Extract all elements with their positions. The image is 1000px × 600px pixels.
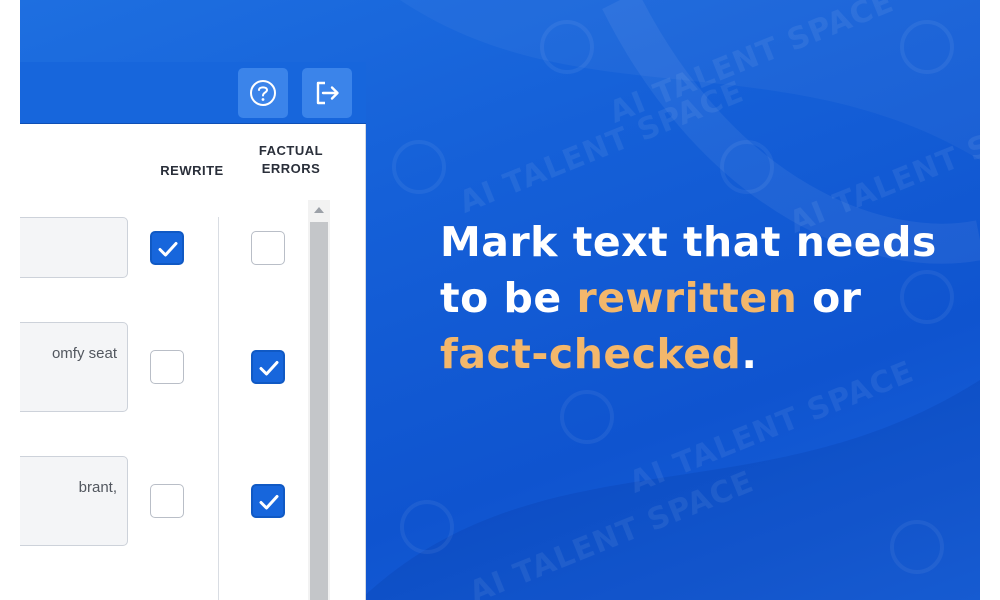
watermark-logo-icon [400, 500, 454, 554]
column-header-factual-errors: FACTUAL ERRORS [248, 142, 334, 178]
column-header-factual-line2: ERRORS [261, 161, 321, 176]
watermark-logo-icon [392, 140, 446, 194]
headline-text-part3: . [741, 330, 758, 378]
logout-button[interactable] [302, 68, 352, 118]
text-cell-row-3[interactable]: brant, [20, 456, 128, 546]
watermark-logo-icon [540, 20, 594, 74]
question-circle-icon [250, 80, 276, 106]
headline-text-part2: or [797, 274, 862, 322]
watermark-text: AI TALENT SPACE [464, 464, 759, 600]
scroll-up-arrow-icon[interactable] [308, 200, 330, 220]
panel-header [20, 62, 366, 124]
factual-checkbox-row-2[interactable] [251, 350, 285, 384]
checkmark-icon [158, 242, 178, 257]
watermark-logo-icon [890, 520, 944, 574]
watermark-logo-icon [900, 20, 954, 74]
logout-arrow-icon [316, 81, 339, 105]
text-cell-row-2[interactable]: omfy seat [20, 322, 128, 412]
promo-headline: Mark text that needs to be rewritten or … [440, 214, 960, 382]
watermark-logo-icon [720, 140, 774, 194]
watermark-text: AI TALENT SPACE [604, 0, 899, 131]
help-button[interactable] [238, 68, 288, 118]
vertical-scrollbar[interactable] [308, 200, 330, 600]
headline-highlight-fact-checked: fact-checked [440, 330, 742, 378]
rewrite-checkbox-row-1[interactable] [150, 231, 184, 265]
scrollbar-thumb[interactable] [310, 222, 328, 600]
headline-highlight-rewritten: rewritten [576, 274, 798, 322]
column-header-factual-line1: FACTUAL [258, 143, 324, 158]
column-header-rewrite: REWRITE [160, 163, 224, 178]
watermark-text: AI TALENT SPACE [454, 74, 749, 221]
text-cell-row-1[interactable] [20, 217, 128, 278]
checkmark-icon [259, 361, 279, 376]
rewrite-checkbox-row-3[interactable] [150, 484, 184, 518]
checkmark-icon [259, 495, 279, 510]
annotation-panel: REWRITE FACTUAL ERRORS omfy seat brant, [20, 62, 366, 600]
column-divider [218, 217, 219, 600]
factual-checkbox-row-1[interactable] [251, 231, 285, 265]
watermark-logo-icon [560, 390, 614, 444]
factual-checkbox-row-3[interactable] [251, 484, 285, 518]
rewrite-checkbox-row-2[interactable] [150, 350, 184, 384]
promo-background: AI TALENT SPACE AI TALENT SPACE AI TALEN… [20, 0, 980, 600]
